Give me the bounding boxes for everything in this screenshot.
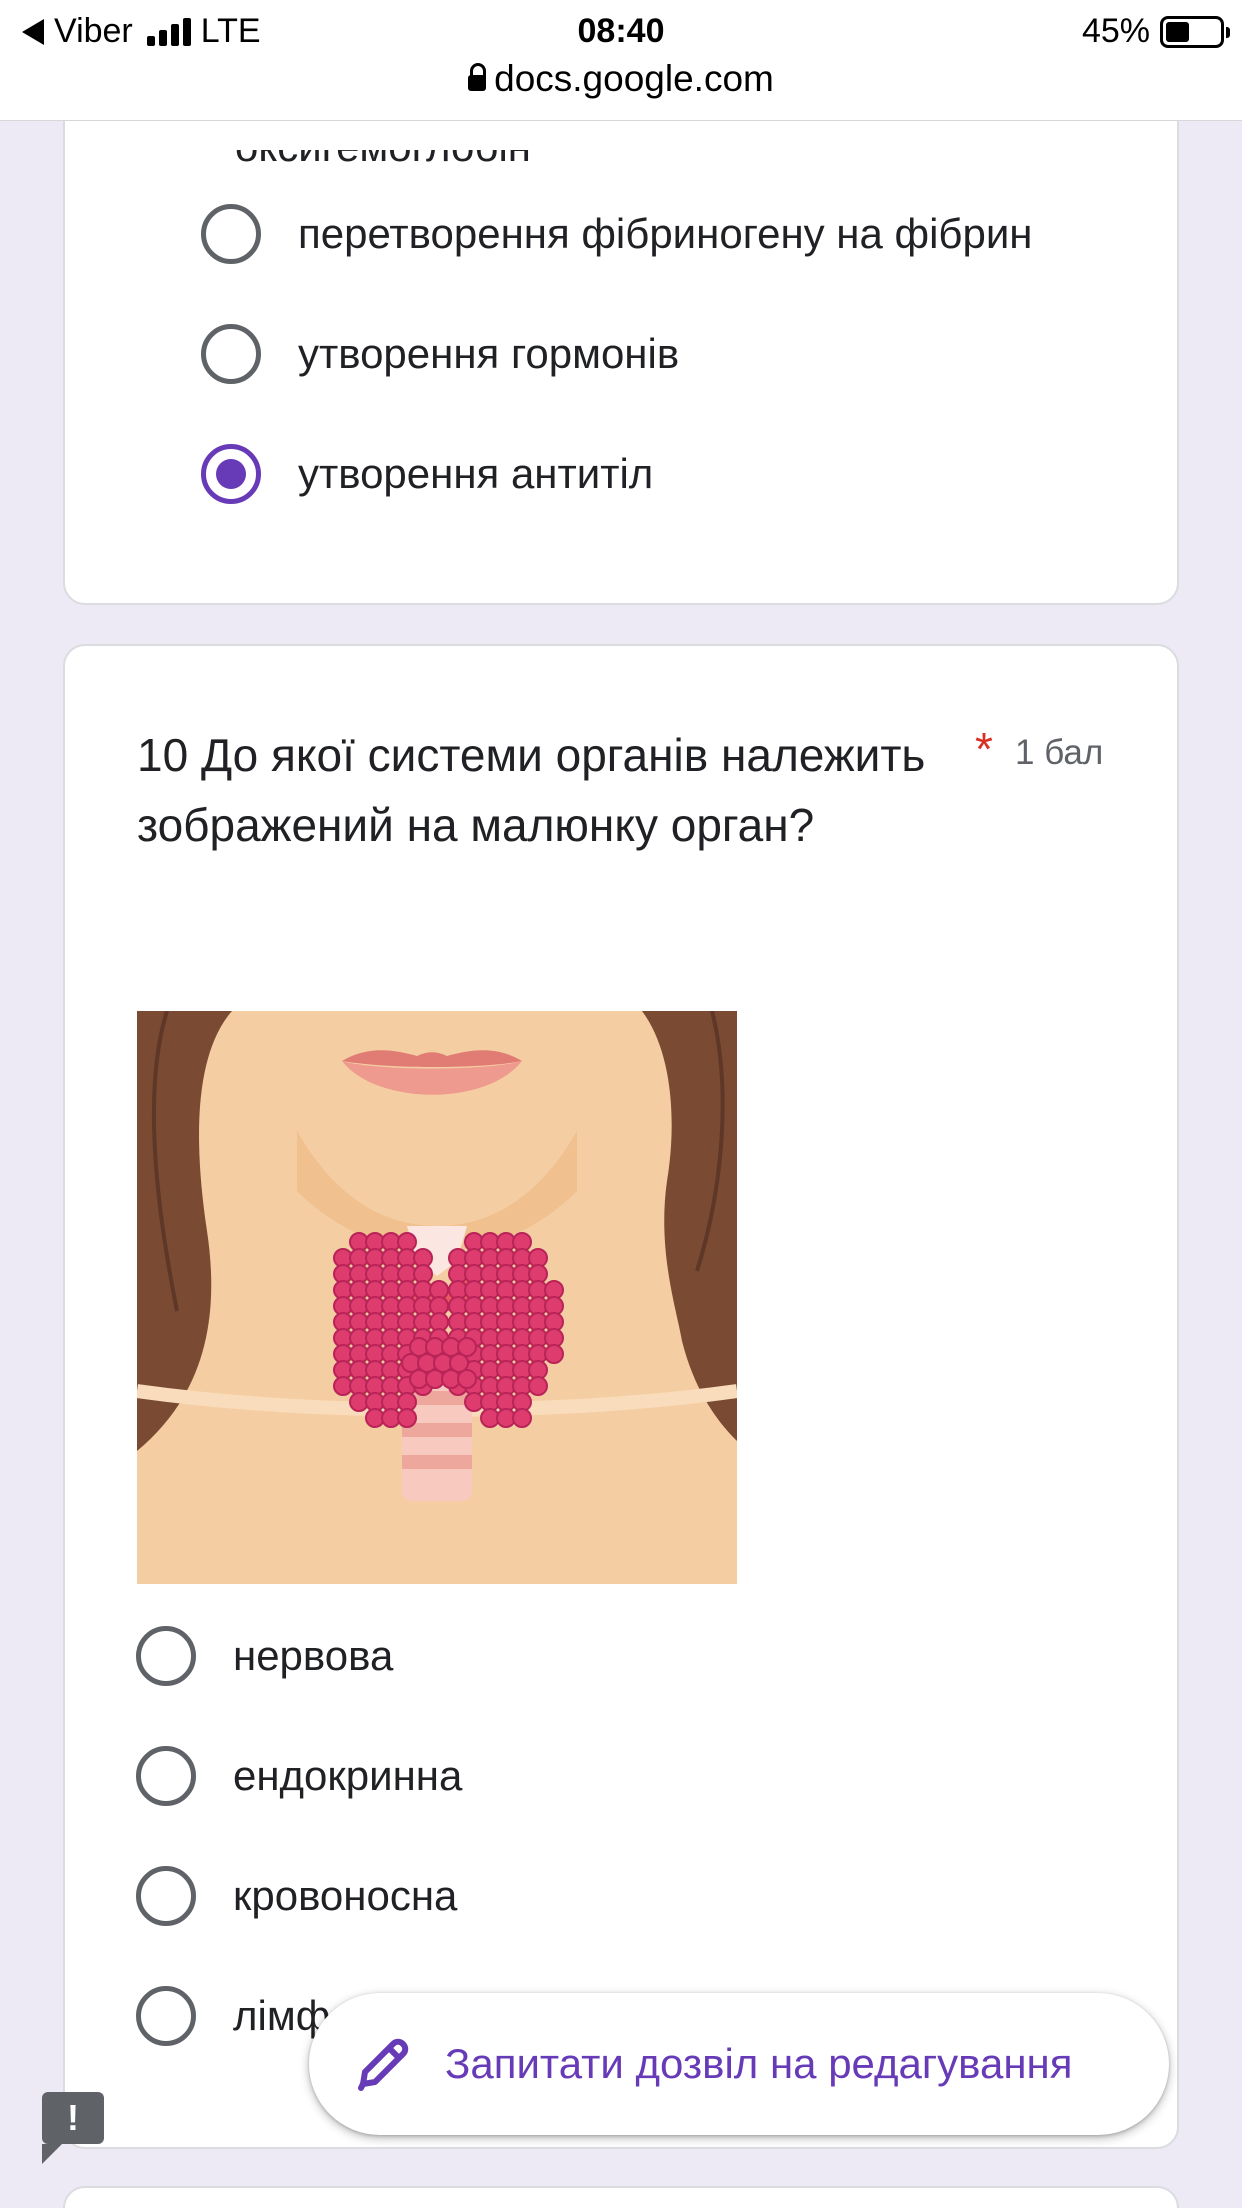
option-lymphatic[interactable]: лімф [136, 1986, 330, 2046]
required-marker: * [975, 723, 993, 775]
address-bar[interactable]: docs.google.com [0, 58, 1242, 100]
radio-button-selected[interactable] [201, 444, 261, 504]
option-endocrine[interactable]: ендокринна [136, 1746, 462, 1806]
lock-icon [468, 63, 487, 91]
option-label: перетворення фібриногену на фібрин [298, 210, 1033, 257]
option-antibodies[interactable]: утворення антитіл [201, 444, 653, 504]
option-hormones[interactable]: утворення гормонів [201, 324, 679, 384]
radio-button[interactable] [136, 1866, 196, 1926]
radio-button[interactable] [201, 204, 261, 264]
pencil-icon [358, 2038, 409, 2091]
question-title: 10 До якої системи органів належить зобр… [137, 729, 926, 851]
radio-button[interactable] [136, 1986, 196, 2046]
battery-percent: 45% [1081, 12, 1150, 50]
request-edit-access-button[interactable]: Запитати дозвіл на редагування [309, 1993, 1169, 2135]
radio-button[interactable] [136, 1746, 196, 1806]
feedback-icon[interactable]: ! [42, 2092, 104, 2164]
option-label: нервова [233, 1632, 394, 1679]
next-question-card [63, 2186, 1179, 2208]
partial-option-text: оксигемоглобін [235, 150, 935, 204]
option-label: кровоносна [233, 1872, 458, 1919]
status-bar: Viber LTE 08:40 45% docs.google.com [0, 0, 1242, 121]
option-label: утворення антитіл [298, 450, 654, 497]
battery-icon [1160, 15, 1230, 48]
option-label: ендокринна [233, 1752, 463, 1799]
option-circulatory[interactable]: кровоносна [136, 1866, 457, 1926]
thyroid-illustration [137, 1011, 737, 1584]
radio-button[interactable] [136, 1626, 196, 1686]
points-label: 1 бал [1015, 733, 1104, 772]
status-right: 45% [1081, 12, 1230, 51]
option-fibrinogen[interactable]: перетворення фібриногену на фібрин [201, 204, 1033, 264]
clock: 08:40 [577, 12, 665, 50]
option-label: утворення гормонів [298, 330, 680, 377]
previous-question-card: оксигемоглобін перетворення фібриногену … [63, 60, 1179, 605]
request-edit-label: Запитати дозвіл на редагування [445, 2040, 1073, 2087]
option-nervous[interactable]: нервова [136, 1626, 393, 1686]
radio-button[interactable] [201, 324, 261, 384]
url-text: docs.google.com [494, 58, 774, 99]
